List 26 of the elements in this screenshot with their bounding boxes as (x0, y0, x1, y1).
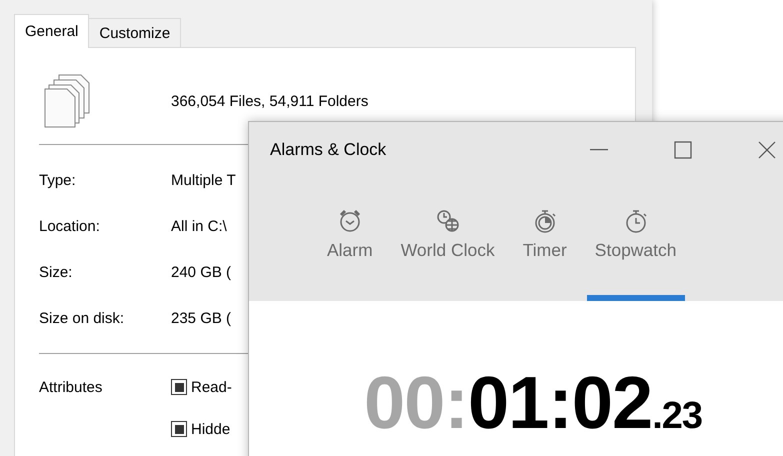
maximize-icon[interactable] (674, 141, 692, 159)
minimize-icon[interactable] (590, 149, 608, 151)
nav-tab[interactable]: Timer (514, 178, 575, 301)
nav-tab[interactable]: Stopwatch (586, 178, 685, 301)
field-value: 235 GB ( (171, 310, 232, 326)
field-label: Type: (39, 172, 77, 188)
field-value: All in C:\ (171, 218, 227, 234)
field-value: 240 GB ( (171, 264, 232, 280)
window-title: Alarms & Clock (270, 140, 388, 160)
field-value: Multiple T (171, 172, 236, 188)
clock-globe-icon (434, 208, 461, 234)
tab[interactable]: Customize (88, 18, 182, 48)
nav-tab[interactable]: World Clock (392, 178, 503, 301)
field-label: Size on disk: (39, 310, 126, 326)
stopwatch-time: 00:01:02.23 (364, 363, 702, 443)
close-icon[interactable] (758, 141, 776, 159)
checkbox-label[interactable]: Read- (191, 378, 232, 396)
checkbox[interactable] (171, 379, 187, 395)
file-count-text: 366,054 Files, 54,911 Folders (171, 92, 368, 110)
attributes-label: Attributes (39, 378, 104, 396)
nav-tab[interactable]: Alarm (319, 178, 381, 301)
field-label: Size: (39, 264, 74, 280)
field-label: Location: (39, 218, 101, 234)
checkbox-label[interactable]: Hidde (191, 420, 230, 438)
tab[interactable]: General (14, 14, 90, 48)
checkbox[interactable] (171, 421, 187, 437)
